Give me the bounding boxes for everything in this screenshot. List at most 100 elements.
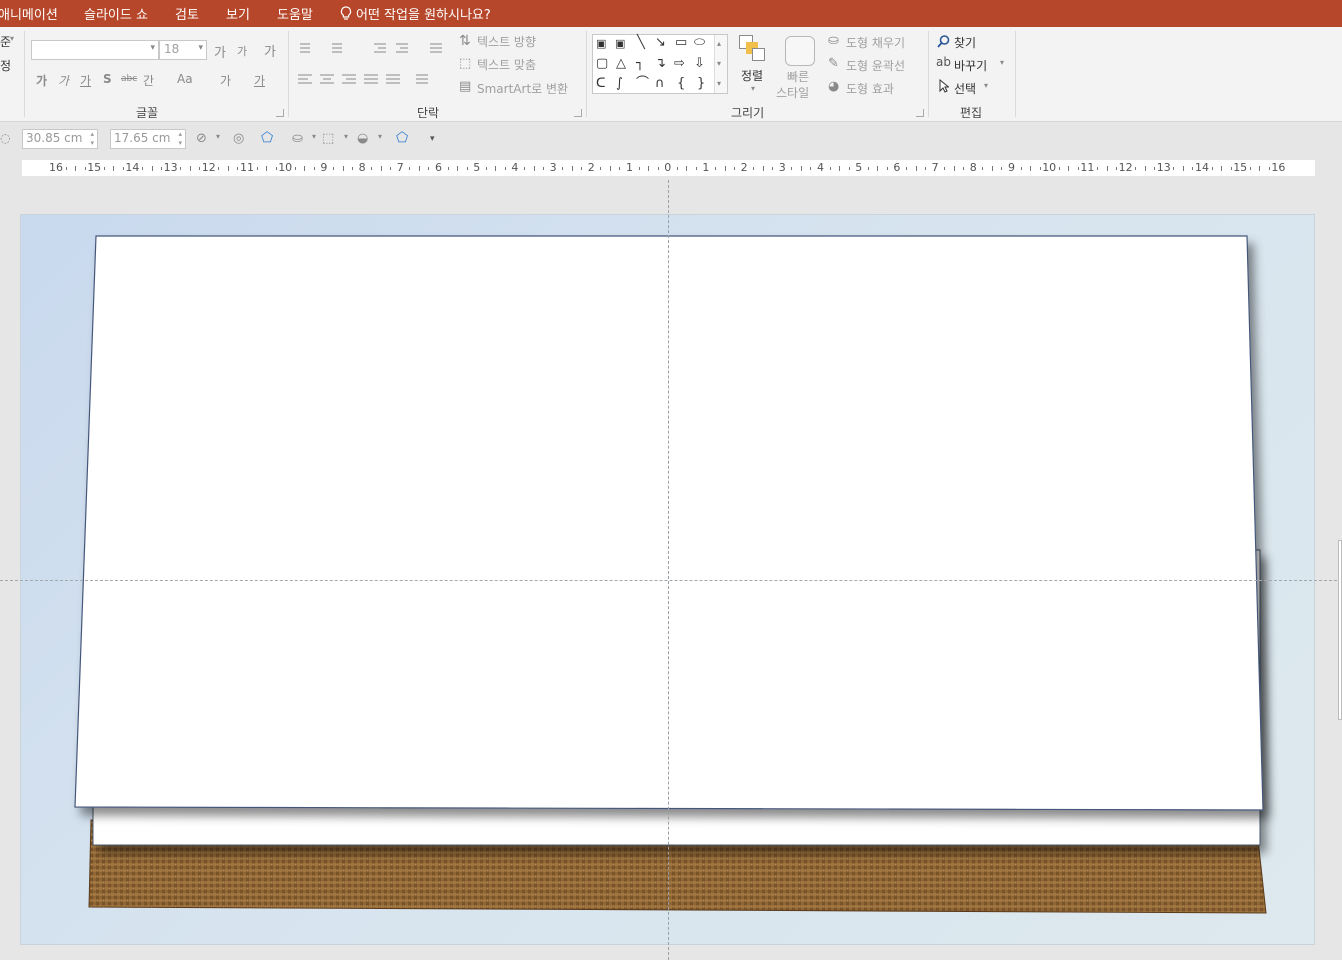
chevron-down-icon: ▾ bbox=[150, 43, 155, 53]
customize-toolbar-icon[interactable]: ▾ bbox=[430, 134, 435, 144]
arrange-button[interactable]: 정렬 bbox=[741, 67, 763, 84]
line-shape-icon[interactable]: ╲ bbox=[637, 36, 645, 50]
highlight-button[interactable]: 가 bbox=[220, 72, 231, 89]
spinner-icon[interactable]: ▴ ▾ bbox=[178, 130, 182, 148]
chevron-down-icon: ▾ bbox=[378, 132, 383, 141]
group-label-editing: 편집 bbox=[960, 106, 983, 120]
effects-icon[interactable]: ◎ bbox=[233, 131, 244, 146]
triangle-shape-icon[interactable]: △ bbox=[616, 57, 626, 71]
bold-button[interactable]: 가 bbox=[36, 72, 47, 89]
right-arrow-shape-icon[interactable]: ⇨ bbox=[674, 57, 685, 71]
ruler-tick bbox=[151, 165, 153, 171]
right-brace-shape-icon[interactable]: } bbox=[697, 77, 705, 91]
align-text-button[interactable]: 텍스트 맞춤 bbox=[477, 56, 536, 73]
convert-smartart-button[interactable]: SmartArt로 변환 bbox=[477, 80, 568, 97]
left-brace-shape-icon[interactable]: { bbox=[677, 77, 685, 91]
spinner-icon[interactable]: ▴ ▾ bbox=[90, 130, 94, 148]
ruler-label: 14 bbox=[1195, 161, 1209, 174]
ruler-tick bbox=[829, 166, 831, 170]
clear-formatting-button[interactable]: 가 bbox=[264, 41, 276, 60]
font-dialog-launcher[interactable] bbox=[276, 109, 284, 117]
shape-width-value: 30.85 cm bbox=[26, 131, 83, 145]
shape-fill-button[interactable]: 도형 채우기 bbox=[846, 34, 905, 51]
ruler-tick bbox=[619, 166, 621, 170]
oval-shape-icon[interactable]: ⬭ bbox=[694, 36, 705, 50]
arrow-line-shape-icon[interactable]: ↘ bbox=[655, 36, 666, 50]
shape-outline-button[interactable]: 도형 윤곽선 bbox=[846, 57, 905, 74]
tab-help[interactable]: 도움말 bbox=[277, 4, 313, 23]
rounded-rectangle-shape-icon[interactable]: ▢ bbox=[596, 57, 608, 71]
curve-shape-icon[interactable]: ⌒ bbox=[636, 77, 649, 91]
quick-styles-label-2[interactable]: 스타일 bbox=[776, 84, 809, 101]
elbow-connector-shape-icon[interactable]: ┐ bbox=[636, 57, 644, 71]
eraser-icon[interactable]: ◒ bbox=[357, 131, 368, 146]
horizontal-guide[interactable] bbox=[0, 580, 1342, 581]
tab-view[interactable]: 보기 bbox=[226, 4, 250, 23]
more-icon[interactable]: ▾ bbox=[717, 77, 721, 91]
vertical-scrollbar[interactable] bbox=[1338, 540, 1342, 720]
shrink-font-button[interactable]: 가 bbox=[237, 43, 247, 59]
ruler-tick bbox=[141, 166, 143, 170]
find-button[interactable]: 찾기 bbox=[954, 34, 976, 51]
ruler-label: 2 bbox=[587, 161, 595, 174]
ruler-label: 16 bbox=[1271, 161, 1286, 174]
tab-animations[interactable]: 애니메이션 bbox=[0, 4, 58, 23]
freeform-shape-icon[interactable]: ᑕ bbox=[596, 77, 606, 91]
textbox-shape-icon[interactable]: ▣ bbox=[596, 37, 606, 51]
change-case-button[interactable]: Aa bbox=[177, 72, 193, 86]
tab-slideshow[interactable]: 슬라이드 쇼 bbox=[84, 4, 148, 23]
font-size-combo[interactable]: 18 ▾ bbox=[159, 40, 207, 60]
paragraph-dialog-launcher[interactable] bbox=[574, 109, 582, 117]
chevron-down-icon[interactable]: ▾ bbox=[717, 57, 721, 71]
elbow-arrow-shape-icon[interactable]: ↴ bbox=[655, 57, 666, 71]
front-paper[interactable] bbox=[74, 235, 1264, 811]
select-objects-icon[interactable]: ⬚ bbox=[322, 131, 334, 146]
ruler-tick bbox=[84, 166, 86, 170]
shapes-gallery[interactable]: ▣ ▣ ╲ ↘ ▭ ⬭ ▢ △ ┐ ↴ ⇨ ⇩ ᑕ ∫ ⌒ ∩ { } ▴ ▾ … bbox=[592, 34, 728, 94]
drawing-dialog-launcher[interactable] bbox=[916, 109, 924, 117]
tell-me-box[interactable]: 어떤 작업을 원하시나요? bbox=[340, 4, 491, 23]
ruler-tick bbox=[600, 166, 602, 170]
grow-font-button[interactable]: 가 bbox=[214, 42, 226, 61]
shape-styles-icon[interactable]: ⊘ bbox=[196, 131, 207, 146]
font-color-button[interactable]: 가 bbox=[254, 72, 265, 89]
italic-button[interactable]: 가 bbox=[58, 72, 69, 89]
partial-button-2[interactable]: 정 bbox=[0, 57, 11, 74]
vertical-textbox-shape-icon[interactable]: ▣ bbox=[615, 37, 625, 51]
tab-review[interactable]: 검토 bbox=[175, 4, 199, 23]
ruler-tick bbox=[1020, 166, 1022, 170]
shape-icon[interactable]: ⬠ bbox=[261, 130, 273, 146]
scribble-shape-icon[interactable]: ∫ bbox=[616, 77, 623, 91]
select-button[interactable]: 선택 bbox=[954, 80, 976, 97]
quick-styles-label-1[interactable]: 빠른 bbox=[787, 68, 809, 85]
text-direction-button[interactable]: 텍스트 방향 bbox=[477, 33, 536, 50]
magnifier-icon bbox=[937, 35, 950, 48]
shape-height-field[interactable]: 17.65 cm ▴ ▾ bbox=[110, 129, 186, 149]
font-name-combo[interactable]: ▾ bbox=[31, 40, 159, 60]
arc-shape-icon[interactable]: ∩ bbox=[655, 77, 665, 91]
ruler-tick bbox=[1221, 165, 1223, 171]
shape-effects-button[interactable]: 도형 효과 bbox=[846, 80, 894, 97]
group-separator bbox=[24, 31, 25, 117]
rotate-icon[interactable]: ◌ bbox=[0, 131, 10, 145]
ruler-tick bbox=[457, 165, 459, 171]
underline-button[interactable]: 가 bbox=[80, 72, 91, 89]
chevron-up-icon[interactable]: ▴ bbox=[717, 37, 721, 51]
ruler-tick bbox=[428, 166, 430, 170]
ruler-label: 12 bbox=[1118, 161, 1133, 174]
shadow-button[interactable]: S bbox=[103, 72, 112, 86]
ruler-tick bbox=[1106, 165, 1108, 171]
shape-width-field[interactable]: 30.85 cm ▴ ▾ bbox=[22, 129, 98, 149]
strikethrough-button[interactable]: abc bbox=[121, 74, 137, 84]
ruler-tick bbox=[762, 165, 764, 171]
gallery-scroll[interactable]: ▴ ▾ ▾ bbox=[714, 35, 727, 93]
rectangle-shape-icon[interactable]: ▭ bbox=[675, 36, 687, 50]
vertical-guide[interactable] bbox=[668, 180, 669, 960]
shape-icon[interactable]: ⬠ bbox=[396, 130, 408, 146]
fill-icon[interactable]: ⛀ bbox=[292, 131, 303, 146]
down-arrow-shape-icon[interactable]: ⇩ bbox=[694, 57, 705, 71]
char-spacing-button[interactable]: 간 bbox=[143, 72, 154, 89]
replace-button[interactable]: 바꾸기 bbox=[954, 57, 987, 74]
ruler-tick bbox=[332, 166, 334, 170]
ruler-tick bbox=[237, 166, 239, 170]
